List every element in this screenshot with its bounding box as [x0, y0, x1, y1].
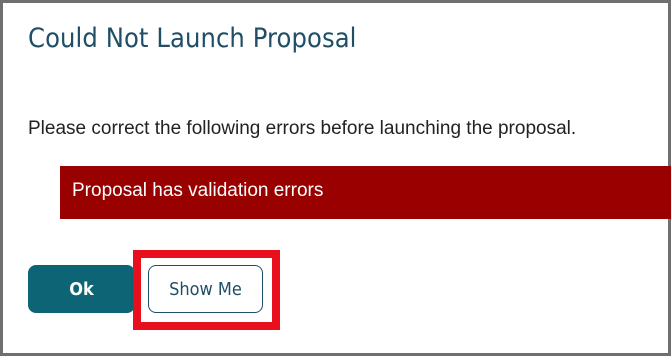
- dialog-title: Could Not Launch Proposal: [28, 23, 357, 54]
- ok-button[interactable]: Ok: [28, 265, 135, 313]
- error-banner: Proposal has validation errors: [60, 166, 671, 219]
- error-text: Proposal has validation errors: [72, 180, 324, 201]
- show-me-button[interactable]: Show Me: [148, 265, 263, 313]
- dialog: Could Not Launch Proposal Please correct…: [0, 0, 671, 356]
- dialog-message: Please correct the following errors befo…: [28, 118, 577, 139]
